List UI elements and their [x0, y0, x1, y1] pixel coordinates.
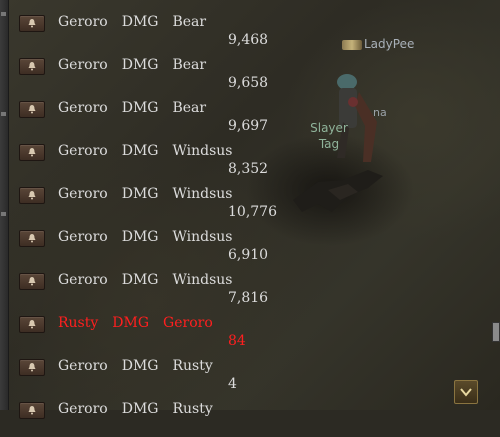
player-name: LadyPee — [364, 37, 415, 51]
log-entry: Geroro DMG Rusty — [12, 393, 312, 437]
log-entry-text: Geroro DMG Windsus — [58, 143, 246, 159]
bell-icon[interactable] — [19, 144, 45, 161]
log-entry: Geroro DMG Bear 9,658 — [12, 49, 312, 93]
event-tag: DMG — [121, 186, 159, 202]
log-entry: Geroro DMG Rusty 4 — [12, 350, 312, 394]
edge-marker — [1, 212, 6, 216]
edge-marker — [1, 112, 6, 116]
bell-icon[interactable] — [19, 187, 45, 204]
log-entry-text: Geroro DMG Rusty — [58, 358, 227, 374]
attacker-name: Rusty — [58, 315, 99, 331]
attacker-name: Geroro — [58, 57, 108, 73]
log-entry-text: Geroro DMG Windsus — [58, 229, 246, 245]
damage-value: 7,816 — [228, 290, 269, 306]
bell-icon[interactable] — [19, 15, 45, 32]
log-entry: Geroro DMG Bear 9,697 — [12, 92, 312, 136]
damage-value: 9,697 — [228, 118, 269, 134]
log-entry-text: Geroro DMG Windsus — [58, 272, 246, 288]
log-entry: Geroro DMG Bear 9,468 — [12, 6, 312, 50]
log-entry-text: Geroro DMG Bear — [58, 57, 220, 73]
left-edge-panel — [0, 0, 9, 410]
event-tag: DMG — [112, 315, 150, 331]
event-tag: DMG — [121, 143, 159, 159]
log-entry: Geroro DMG Windsus 7,816 — [12, 264, 312, 308]
target-name: Windsus — [172, 229, 233, 245]
collapse-chat-button[interactable] — [454, 380, 478, 404]
attacker-name: Geroro — [58, 186, 108, 202]
event-tag: DMG — [121, 14, 159, 30]
npc-name-line1: Slayer — [310, 121, 348, 135]
log-entry-text: Geroro DMG Bear — [58, 100, 220, 116]
target-name: Bear — [172, 14, 207, 30]
npc-name-line2: Tag — [318, 137, 340, 151]
log-entry: Rusty DMG Geroro 84 — [12, 307, 312, 351]
event-tag: DMG — [121, 57, 159, 73]
attacker-name: Geroro — [58, 358, 108, 374]
attacker-name: Geroro — [58, 229, 108, 245]
chevron-down-icon — [460, 388, 472, 397]
log-entry: Geroro DMG Windsus 8,352 — [12, 135, 312, 179]
edge-marker — [1, 12, 6, 16]
attacker-name: Geroro — [58, 401, 108, 417]
damage-value: 9,658 — [228, 75, 269, 91]
npc-nameplate: Slayer Tag — [306, 120, 352, 152]
target-name: Windsus — [172, 272, 233, 288]
event-tag: DMG — [121, 401, 159, 417]
damage-value: 84 — [228, 333, 246, 349]
partial-nameplate: na — [373, 106, 387, 119]
player-character-sprite[interactable] — [325, 62, 385, 176]
damage-log-panel: Geroro DMG Bear 9,468 Geroro DMG Bear 9,658 Gero… — [12, 0, 312, 419]
event-tag: DMG — [121, 229, 159, 245]
attacker-name: Geroro — [58, 100, 108, 116]
target-name: Geroro — [163, 315, 213, 331]
damage-value: 4 — [228, 376, 237, 392]
damage-value: 8,352 — [228, 161, 269, 177]
log-entry-text: Geroro DMG Rusty — [58, 401, 227, 417]
bell-icon[interactable] — [19, 58, 45, 75]
damage-value: 10,776 — [228, 204, 277, 220]
event-tag: DMG — [121, 358, 159, 374]
attacker-name: Geroro — [58, 143, 108, 159]
player-nameplate: LadyPee — [342, 37, 414, 51]
target-name: Rusty — [172, 401, 213, 417]
chat-scrollbar-thumb[interactable] — [492, 322, 500, 342]
target-name: Bear — [172, 57, 207, 73]
target-name: Rusty — [172, 358, 213, 374]
log-entry-text: Geroro DMG Windsus — [58, 186, 246, 202]
event-tag: DMG — [121, 100, 159, 116]
bell-icon[interactable] — [19, 316, 45, 333]
log-entry-text: Geroro DMG Bear — [58, 14, 220, 30]
bell-icon[interactable] — [19, 402, 45, 419]
bell-icon[interactable] — [19, 359, 45, 376]
event-tag: DMG — [121, 272, 159, 288]
bell-icon[interactable] — [19, 101, 45, 118]
target-name: Windsus — [172, 143, 233, 159]
attacker-name: Geroro — [58, 272, 108, 288]
bell-icon[interactable] — [19, 230, 45, 247]
log-entry: Geroro DMG Windsus 6,910 — [12, 221, 312, 265]
target-name: Bear — [172, 100, 207, 116]
damage-value: 6,910 — [228, 247, 269, 263]
attacker-name: Geroro — [58, 14, 108, 30]
log-entry: Geroro DMG Windsus 10,776 — [12, 178, 312, 222]
bell-icon[interactable] — [19, 273, 45, 290]
damage-value: 9,468 — [228, 32, 269, 48]
target-name: Windsus — [172, 186, 233, 202]
guild-emblem-icon — [342, 39, 362, 50]
log-entry-text: Rusty DMG Geroro — [58, 315, 227, 331]
